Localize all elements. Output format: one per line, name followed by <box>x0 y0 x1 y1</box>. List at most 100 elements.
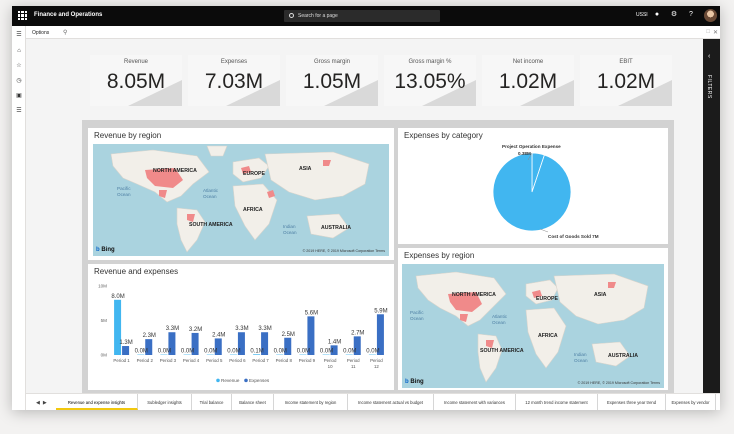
map-label-pacific: Pacific <box>117 186 131 191</box>
report-page-tabs: ◀▶ Revenue and expense insights Subledger… <box>26 393 720 410</box>
map-label-ocean-3: Ocean <box>283 230 297 235</box>
options-tab[interactable]: Options <box>32 30 49 36</box>
legend-label: Expenses <box>249 378 270 383</box>
kpi-label: Gross margin <box>313 59 350 65</box>
kpi-label: Revenue <box>123 59 149 65</box>
kpi-value: 8.05M <box>106 70 166 93</box>
map-label-asia: ASIA <box>594 292 607 298</box>
kpi-card-expenses: Expenses 7.03M <box>188 55 280 106</box>
gear-icon[interactable]: ⚙ <box>669 10 679 20</box>
recent-icon[interactable]: ◷ <box>15 77 23 85</box>
app-title: Finance and Operations <box>34 12 103 18</box>
kpi-card-net-income: Net income 1.02M <box>482 55 574 106</box>
bar-data-label: 1.4M <box>328 339 341 345</box>
app-launcher-icon[interactable] <box>18 11 27 20</box>
kpi-card-revenue: Revenue 8.05M <box>90 55 182 106</box>
map-label-australia: AUSTRALIA <box>321 225 351 231</box>
search-box[interactable]: Search for a page <box>284 10 440 22</box>
notifications-icon[interactable]: ● <box>652 10 662 20</box>
avatar[interactable] <box>704 9 717 22</box>
chevron-left-icon[interactable]: ‹ <box>708 53 710 60</box>
map-label-pacific: Pacific <box>410 310 424 315</box>
revenue-by-region-tile[interactable]: Revenue by region NORTH AMERICA EUROPE A… <box>88 128 394 260</box>
map-label-australia: AUSTRALIA <box>608 353 638 359</box>
map-label-africa: AFRICA <box>538 333 558 339</box>
top-navigation-bar: Finance and Operations Search for a page… <box>12 6 720 26</box>
star-icon[interactable]: ☆ <box>15 62 23 70</box>
bar-data-label: 2.3M <box>143 333 156 339</box>
bar-data-label: 3.2M <box>189 327 202 333</box>
expenses-map[interactable]: NORTH AMERICA EUROPE ASIA Pacific Ocean … <box>402 264 664 388</box>
map-label-ocean-2: Ocean <box>203 194 217 199</box>
x-tick-label: Period <box>347 358 360 363</box>
kpi-label: Net income <box>512 59 544 65</box>
map-copyright[interactable]: © 2019 HERE, © 2019 Microsoft Corporatio… <box>578 381 660 385</box>
x-tick-label: Period <box>370 358 383 363</box>
map-label-indian: Indian <box>574 352 587 357</box>
report-page-tab[interactable]: Income statement actual vs budget <box>348 394 434 410</box>
report-page-tab[interactable]: Revenue and expense insights <box>56 394 138 410</box>
x-tick-label: Period 9 <box>299 358 316 363</box>
report-page-tab[interactable]: Expenses three year trend <box>598 394 666 410</box>
company-picker[interactable]: USSI <box>636 12 648 18</box>
bar-data-label: 5.6M <box>305 310 318 316</box>
map-copyright[interactable]: © 2019 HERE, © 2019 Microsoft Corporatio… <box>303 249 385 253</box>
bing-logo: Bing <box>96 247 114 253</box>
tab-scroll-arrows[interactable]: ◀▶ <box>36 400 50 406</box>
bar-data-label: 0.0M <box>158 349 171 355</box>
kpi-card-gross-margin: Gross margin 1.05M <box>286 55 378 106</box>
legend-marker <box>244 378 248 383</box>
filters-label: FILTERS <box>706 75 712 99</box>
bar-data-label: 3.3M <box>235 326 248 332</box>
kpi-card-ebit: EBIT 1.02M <box>580 55 672 106</box>
map-label-ocean-3: Ocean <box>574 358 588 363</box>
report-canvas: Revenue 8.05M Expenses 7.03M Gross margin 1… <box>26 39 703 393</box>
kpi-label: EBIT <box>619 59 633 65</box>
popout-icon[interactable]: □ <box>706 29 710 35</box>
bar-data-label: 2.5M <box>282 332 295 338</box>
map-label-europe: EUROPE <box>243 171 265 177</box>
map-label-asia: ASIA <box>299 166 312 172</box>
hamburger-icon[interactable]: ☰ <box>15 31 23 39</box>
report-page-tab[interactable]: Income statement by region <box>274 394 348 410</box>
bar-expenses[interactable] <box>122 346 130 355</box>
bar-data-label: 0.0M <box>204 349 217 355</box>
report-page-tab[interactable]: Subledger insights <box>138 394 192 410</box>
close-icon[interactable]: ✕ <box>713 29 718 36</box>
report-visuals-area: Revenue by region NORTH AMERICA EUROPE A… <box>82 120 674 393</box>
x-tick-label: 10 <box>328 364 333 369</box>
x-tick-label: Period 6 <box>229 358 246 363</box>
bar-data-label: 1.3M <box>119 340 132 346</box>
x-tick-label: Period 7 <box>252 358 269 363</box>
map-label-north-america: NORTH AMERICA <box>452 292 496 298</box>
revenue-map[interactable]: NORTH AMERICA EUROPE ASIA Pacific Ocean … <box>93 144 389 256</box>
revenue-and-expenses-tile[interactable]: Revenue and expenses 0M 5M 10M 8.0M 1.3M Peri… <box>88 264 394 390</box>
bar-data-label: 5.9M <box>374 308 387 314</box>
search-icon[interactable]: ⚲ <box>63 29 67 36</box>
workspaces-icon[interactable]: ▣ <box>15 92 23 100</box>
x-tick-label: 12 <box>374 364 379 369</box>
report-page-tab[interactable]: Income statement with variances <box>434 394 516 410</box>
map-label-south-america: SOUTH AMERICA <box>189 222 233 228</box>
y-tick-label: 10M <box>98 284 107 289</box>
filters-pane[interactable]: ‹ FILTERS <box>703 39 720 393</box>
report-page-tab[interactable]: Trial balance <box>192 394 232 410</box>
home-icon[interactable]: ⌂ <box>15 47 23 55</box>
help-icon[interactable]: ? <box>686 10 696 20</box>
bar-revenue[interactable] <box>114 299 122 355</box>
x-tick-label: Period <box>324 358 337 363</box>
bar-revenue[interactable] <box>253 354 261 355</box>
bar-data-label: 0.0M <box>366 349 379 355</box>
report-page-tab[interactable]: Expenses by vendor <box>666 394 716 410</box>
map-label-africa: AFRICA <box>243 207 263 213</box>
pie-slice-value: 0.38M <box>518 151 531 156</box>
report-page-tab[interactable]: 12 month trend income statement <box>516 394 598 410</box>
bar-data-label: 8.0M <box>111 294 124 300</box>
bar-data-label: 3.3M <box>166 326 179 332</box>
map-label-ocean-2: Ocean <box>492 320 506 325</box>
expenses-by-region-tile[interactable]: Expenses by region NORTH AMERICA EUROPE … <box>398 248 668 390</box>
pie-slice[interactable] <box>492 152 572 232</box>
modules-icon[interactable]: ☰ <box>15 107 23 115</box>
expenses-by-category-tile[interactable]: Expenses by category Project Operation E… <box>398 128 668 244</box>
report-page-tab[interactable]: Balance sheet <box>232 394 274 410</box>
